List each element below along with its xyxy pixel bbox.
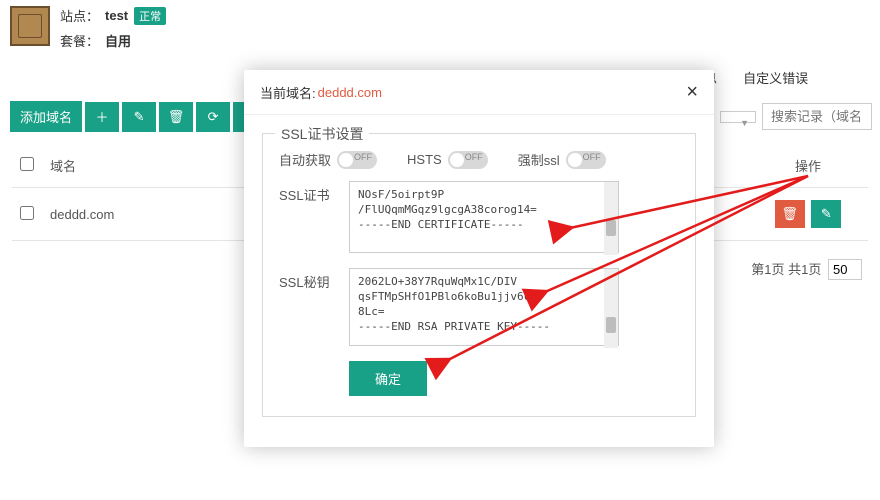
hsts-toggle[interactable]: HSTS OFF — [407, 151, 488, 169]
app-logo — [10, 6, 50, 46]
close-icon[interactable]: × — [686, 82, 698, 102]
filter-select-2[interactable] — [720, 111, 756, 123]
force-label: 强制ssl — [518, 150, 560, 169]
scroll-thumb[interactable] — [606, 220, 616, 236]
ssl-modal: 当前域名: deddd.com × SSL证书设置 自动获取 OFF HSTS … — [244, 70, 714, 447]
site-name: test — [105, 8, 128, 23]
site-label: 站点： — [60, 6, 99, 25]
status-badge: 正常 — [134, 7, 166, 25]
pager-text: 第1页 共1页 — [751, 262, 821, 277]
plan-label: 套餐： — [60, 31, 99, 50]
switch-off-icon: OFF — [448, 151, 488, 169]
force-ssl-toggle[interactable]: 强制ssl OFF — [518, 150, 606, 169]
plan-line: 套餐： 自用 — [60, 31, 166, 50]
select-all-checkbox[interactable] — [20, 157, 34, 171]
ssl-cert-textarea[interactable] — [349, 181, 619, 253]
fieldset-legend: SSL证书设置 — [275, 124, 369, 144]
hsts-label: HSTS — [407, 152, 442, 167]
plan-value: 自用 — [105, 31, 131, 50]
confirm-button[interactable]: 确定 — [349, 361, 427, 396]
modal-header: 当前域名: deddd.com × — [244, 70, 714, 115]
scrollbar[interactable] — [604, 269, 618, 348]
ssl-fieldset: SSL证书设置 自动获取 OFF HSTS OFF 强制ssl OFF SSL证… — [262, 133, 696, 417]
modal-title-prefix: 当前域名: — [260, 83, 316, 102]
col-ops: 操作 — [748, 144, 868, 188]
ssl-key-textarea[interactable] — [349, 268, 619, 346]
scrollbar[interactable] — [604, 182, 618, 255]
row-checkbox[interactable] — [20, 206, 34, 220]
auto-fetch-toggle[interactable]: 自动获取 OFF — [279, 150, 377, 169]
row-delete-button[interactable]: 🗑 — [775, 200, 805, 228]
modal-domain: deddd.com — [318, 85, 382, 100]
refresh-icon[interactable]: ⟳ — [196, 102, 230, 132]
page-size-input[interactable] — [828, 259, 862, 280]
site-line: 站点： test 正常 — [60, 6, 166, 25]
key-label: SSL秘钥 — [279, 268, 349, 291]
auto-label: 自动获取 — [279, 150, 331, 169]
pencil-icon: ✎ — [821, 206, 832, 222]
scroll-thumb[interactable] — [606, 317, 616, 333]
add-domain-button[interactable]: 添加域名 — [10, 101, 82, 132]
switch-off-icon: OFF — [337, 151, 377, 169]
top-bar: 站点： test 正常 套餐： 自用 — [0, 0, 880, 50]
row-edit-button[interactable]: ✎ — [811, 200, 841, 228]
trash-icon[interactable]: 🗑 — [159, 102, 193, 132]
trash-icon: 🗑 — [781, 206, 798, 222]
tab-custom-error[interactable]: 自定义错误 — [741, 64, 810, 91]
switch-off-icon: OFF — [566, 151, 606, 169]
cert-label: SSL证书 — [279, 181, 349, 204]
pencil-icon[interactable]: ✎ — [122, 102, 156, 132]
plus-icon[interactable]: ＋ — [85, 102, 119, 132]
search-input[interactable] — [762, 103, 872, 130]
